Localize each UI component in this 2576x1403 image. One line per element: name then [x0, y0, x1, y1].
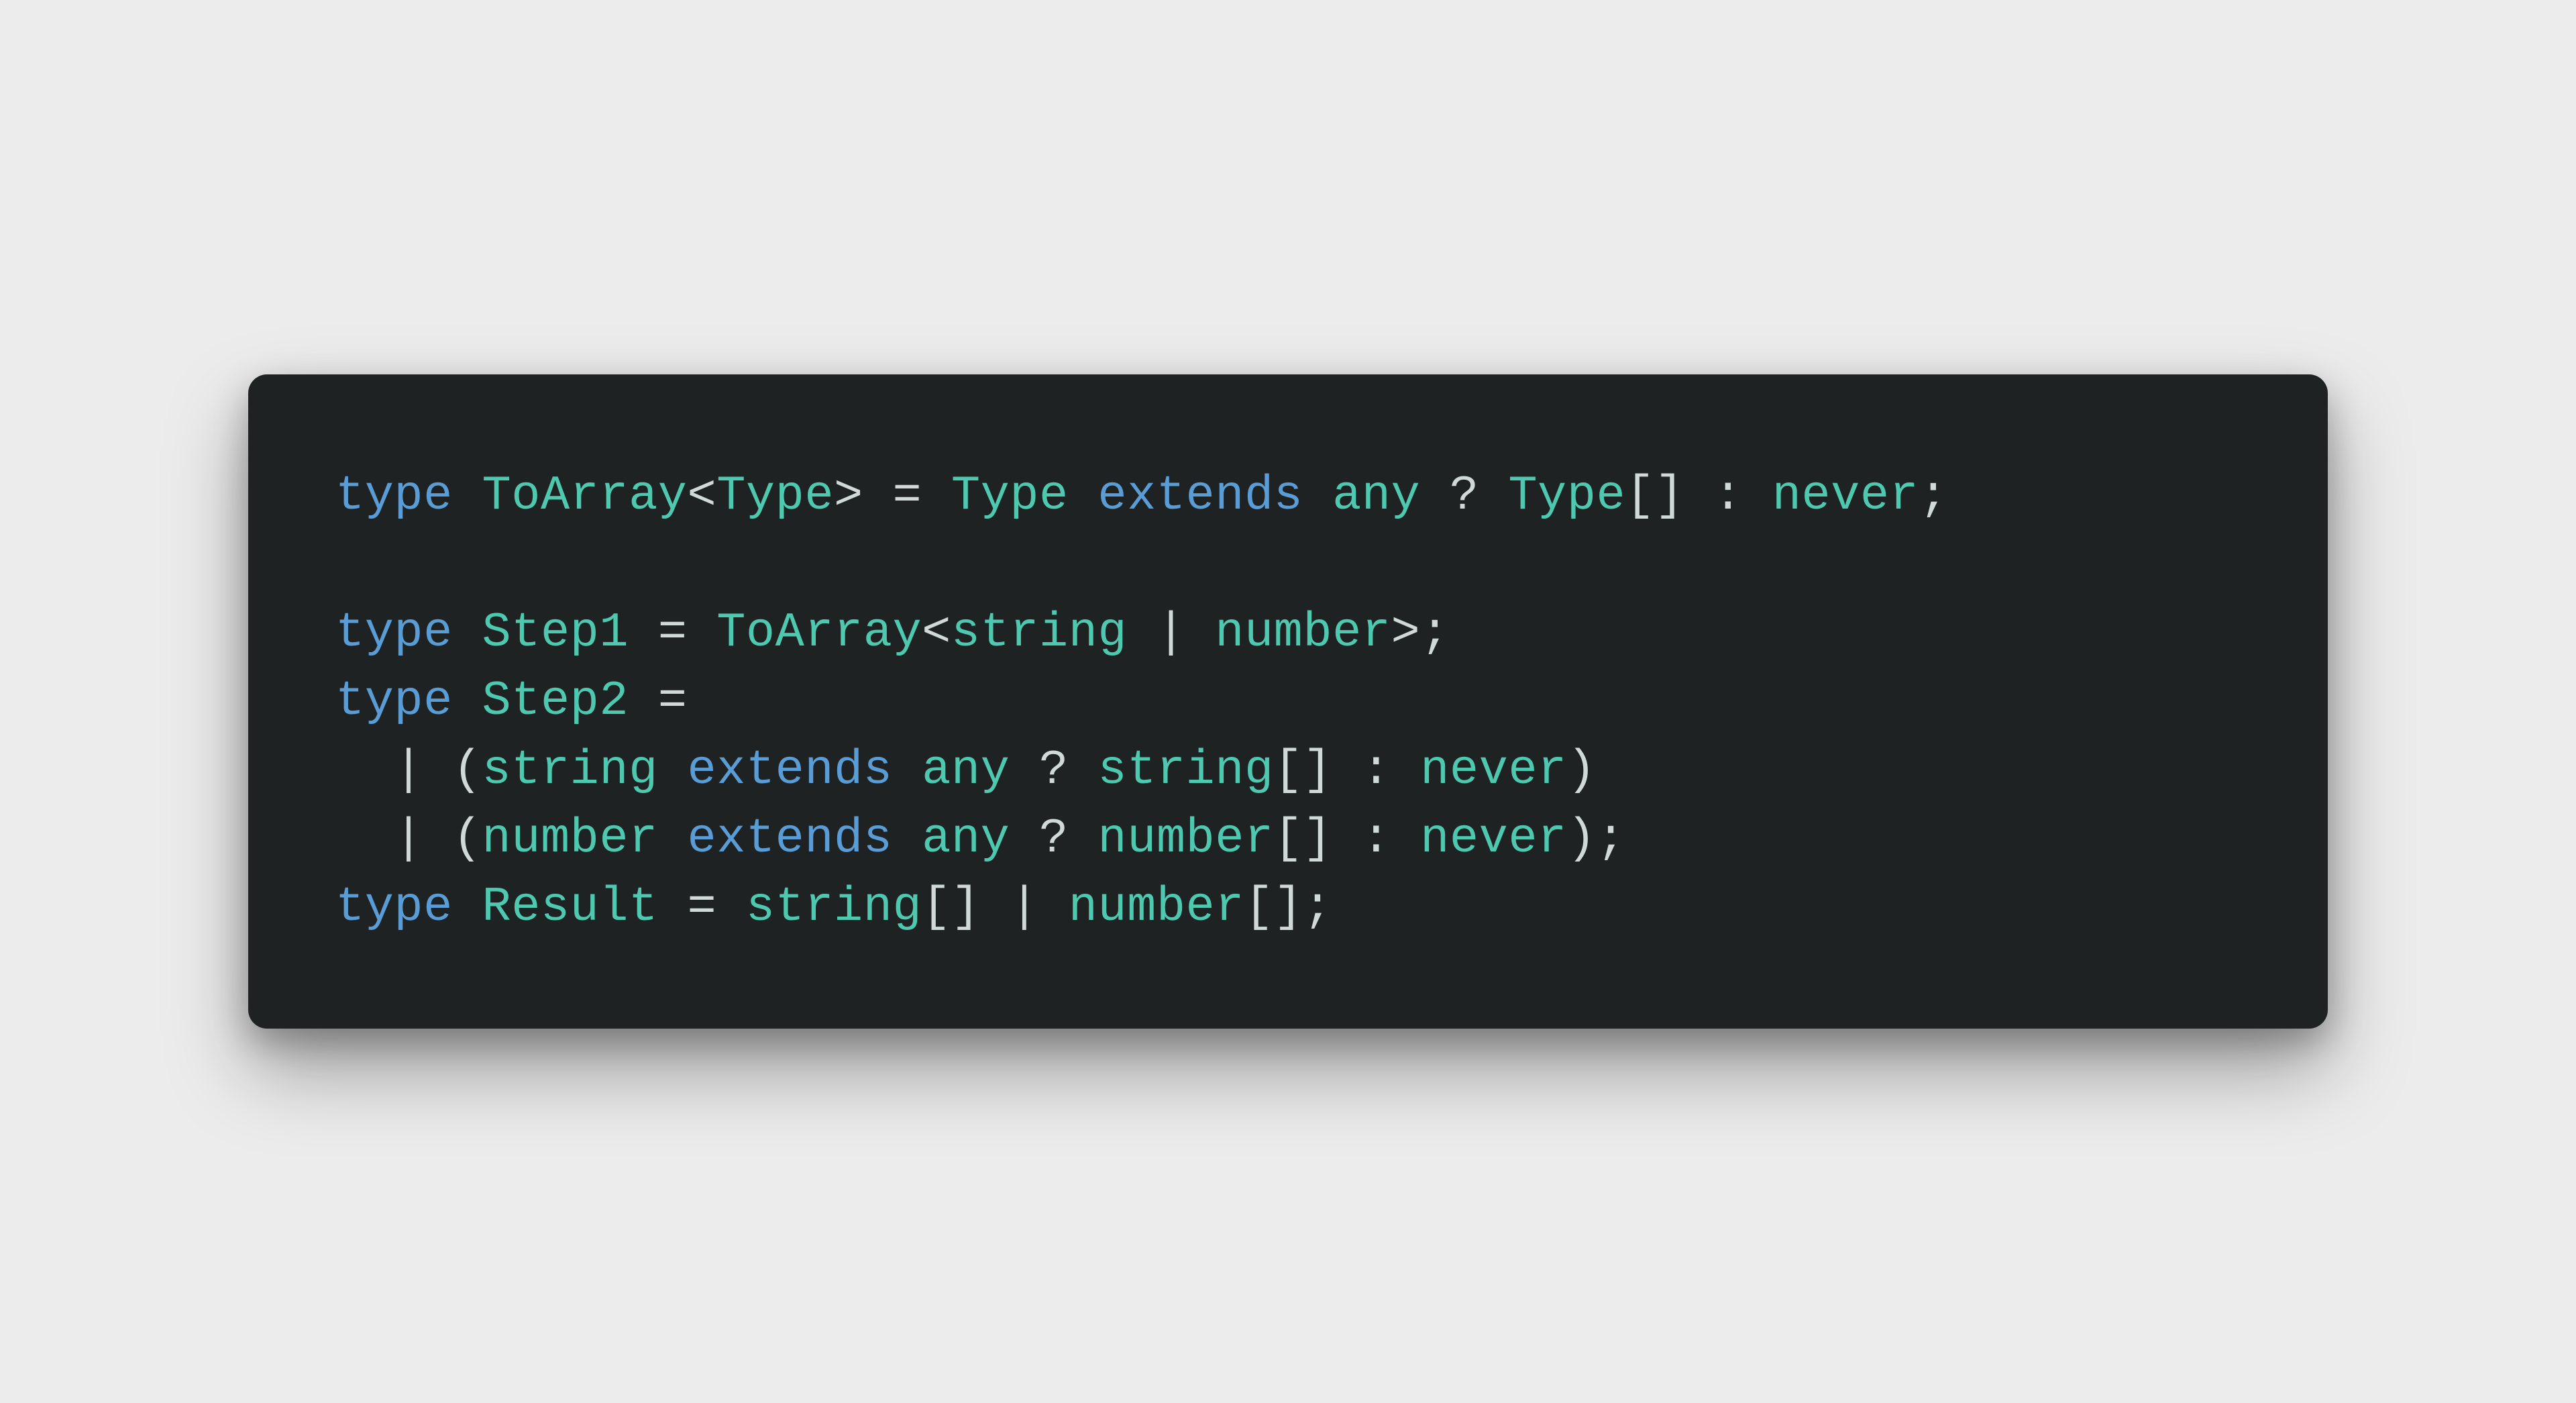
code-token: ); — [1567, 811, 1625, 866]
code-token: []; — [1244, 880, 1332, 935]
code-token: Step2 — [482, 674, 629, 729]
code-card: type ToArray<Type> = Type extends any ? … — [248, 374, 2328, 1029]
code-block: type ToArray<Type> = Type extends any ? … — [335, 462, 2241, 942]
code-line — [335, 530, 2241, 599]
code-token: type — [335, 880, 482, 935]
code-token: Type — [951, 468, 1069, 523]
code-line: type Result = string[] | number[]; — [335, 873, 2241, 941]
code-token: string — [951, 605, 1127, 660]
code-line: type ToArray<Type> = Type extends any ? … — [335, 462, 2241, 530]
code-token: any — [922, 811, 1010, 866]
code-token: < — [688, 468, 717, 523]
code-token: Type — [1508, 468, 1625, 523]
code-line: | (string extends any ? string[] : never… — [335, 736, 2241, 804]
code-token: string — [746, 880, 922, 935]
code-token: ? — [1420, 468, 1508, 523]
code-token: extends — [658, 743, 922, 798]
code-line: type Step2 = — [335, 667, 2241, 735]
code-token: ; — [1919, 468, 1948, 523]
code-line: | (number extends any ? number[] : never… — [335, 804, 2241, 873]
code-token: type — [335, 468, 482, 523]
code-token: any — [922, 743, 1010, 798]
code-token: [] | — [922, 880, 1069, 935]
code-token: extends — [1069, 468, 1332, 523]
code-token: | — [1127, 605, 1215, 660]
code-token: [] : — [1625, 468, 1772, 523]
code-token: Result — [482, 880, 658, 935]
code-token: ) — [1567, 743, 1597, 798]
code-token: [] : — [1274, 811, 1421, 866]
code-token: > = — [834, 468, 951, 523]
code-token: = — [658, 880, 746, 935]
code-token: | ( — [335, 811, 482, 866]
code-token: Step1 — [482, 605, 629, 660]
code-token: type — [335, 605, 482, 660]
code-token: number — [1097, 811, 1273, 866]
code-token: < — [922, 605, 951, 660]
code-token: [] : — [1274, 743, 1421, 798]
code-token: type — [335, 674, 482, 729]
code-token: Type — [716, 468, 834, 523]
code-token: ? — [1010, 811, 1097, 866]
code-token: = — [629, 674, 687, 729]
code-token: >; — [1391, 605, 1450, 660]
code-token: never — [1420, 811, 1567, 866]
code-token: extends — [658, 811, 922, 866]
code-token: number — [1069, 880, 1244, 935]
code-token: = — [629, 605, 716, 660]
code-token: never — [1772, 468, 1919, 523]
code-token: string — [482, 743, 658, 798]
code-token: ToArray — [482, 468, 688, 523]
code-token: ? — [1010, 743, 1097, 798]
code-token: ToArray — [716, 605, 922, 660]
code-token: number — [482, 811, 658, 866]
code-token: number — [1215, 605, 1391, 660]
code-token: | ( — [335, 743, 482, 798]
code-token: any — [1332, 468, 1420, 523]
code-line: type Step1 = ToArray<string | number>; — [335, 599, 2241, 667]
code-token: never — [1420, 743, 1567, 798]
code-token: string — [1097, 743, 1273, 798]
